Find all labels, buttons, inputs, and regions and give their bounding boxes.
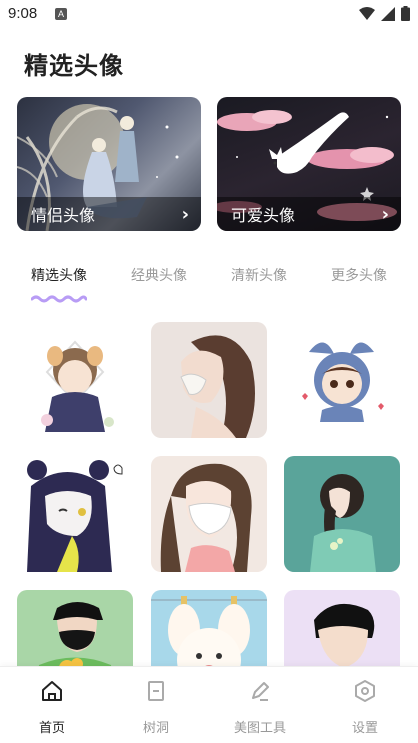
tab-active-indicator (31, 295, 87, 303)
tab-bar: 精选头像 经典头像 清新头像 更多头像 (0, 265, 418, 305)
avatar-anime-girl-bear-hood (27, 460, 123, 572)
notification-icon: A (55, 8, 67, 20)
battery-icon (401, 6, 410, 21)
nav-label-settings: 设置 (351, 721, 378, 736)
avatar-girl-green-braid (310, 474, 376, 572)
nav-settings[interactable]: 设置 (313, 667, 417, 743)
status-time: 9:08 (8, 5, 38, 22)
avatar-chibi-boy-dog-ears (41, 340, 114, 432)
bottom-nav: 首页 树洞 美图工具 设置 (0, 666, 418, 743)
status-icons (359, 6, 410, 21)
tab-more[interactable]: 更多头像 (331, 265, 387, 285)
category-card-cute[interactable]: 可爱头像 › (217, 97, 401, 231)
avatar-thumbnail[interactable] (17, 322, 133, 438)
category-bar-cute: 可爱头像 › (217, 197, 401, 231)
category-label-cute: 可爱头像 (231, 206, 296, 225)
category-card-couple[interactable]: 情侣头像 › (17, 97, 201, 231)
avatar-thumbnail[interactable] (151, 456, 267, 572)
settings-hex-icon (355, 680, 375, 702)
avatar-thumbnail[interactable] (284, 456, 400, 572)
signal-icon (381, 6, 395, 21)
bookmark-icon (148, 681, 164, 701)
nav-label-treehole: 树洞 (142, 721, 169, 736)
nav-beauty-tools[interactable]: 美图工具 (208, 667, 312, 743)
category-bar-couple: 情侣头像 › (17, 197, 201, 231)
tab-classic[interactable]: 经典头像 (131, 265, 187, 285)
avatar-girl-mask-profile (180, 335, 255, 438)
tab-fresh[interactable]: 清新头像 (231, 265, 287, 285)
nav-label-home: 首页 (38, 721, 65, 736)
avatar-thumbnail[interactable] (284, 322, 400, 438)
tab-featured[interactable]: 精选头像 (31, 265, 87, 285)
nav-home[interactable]: 首页 (0, 667, 104, 743)
avatar-thumbnail[interactable] (151, 322, 267, 438)
pen-icon (252, 682, 269, 701)
home-icon (42, 681, 62, 701)
avatar-girl-bunny-hood (302, 342, 384, 422)
nav-treehole[interactable]: 树洞 (104, 667, 208, 743)
chevron-right-icon: › (381, 203, 389, 225)
avatar-thumbnail[interactable] (17, 456, 133, 572)
nav-label-beauty-tools: 美图工具 (233, 721, 286, 736)
page-title: 精选头像 (24, 52, 124, 80)
category-label-couple: 情侣头像 (31, 206, 96, 225)
wifi-icon (359, 6, 375, 20)
status-bar: 9:08 A (0, 0, 418, 28)
avatar-girl-white-mask (160, 463, 252, 572)
chevron-right-icon: › (181, 203, 189, 225)
